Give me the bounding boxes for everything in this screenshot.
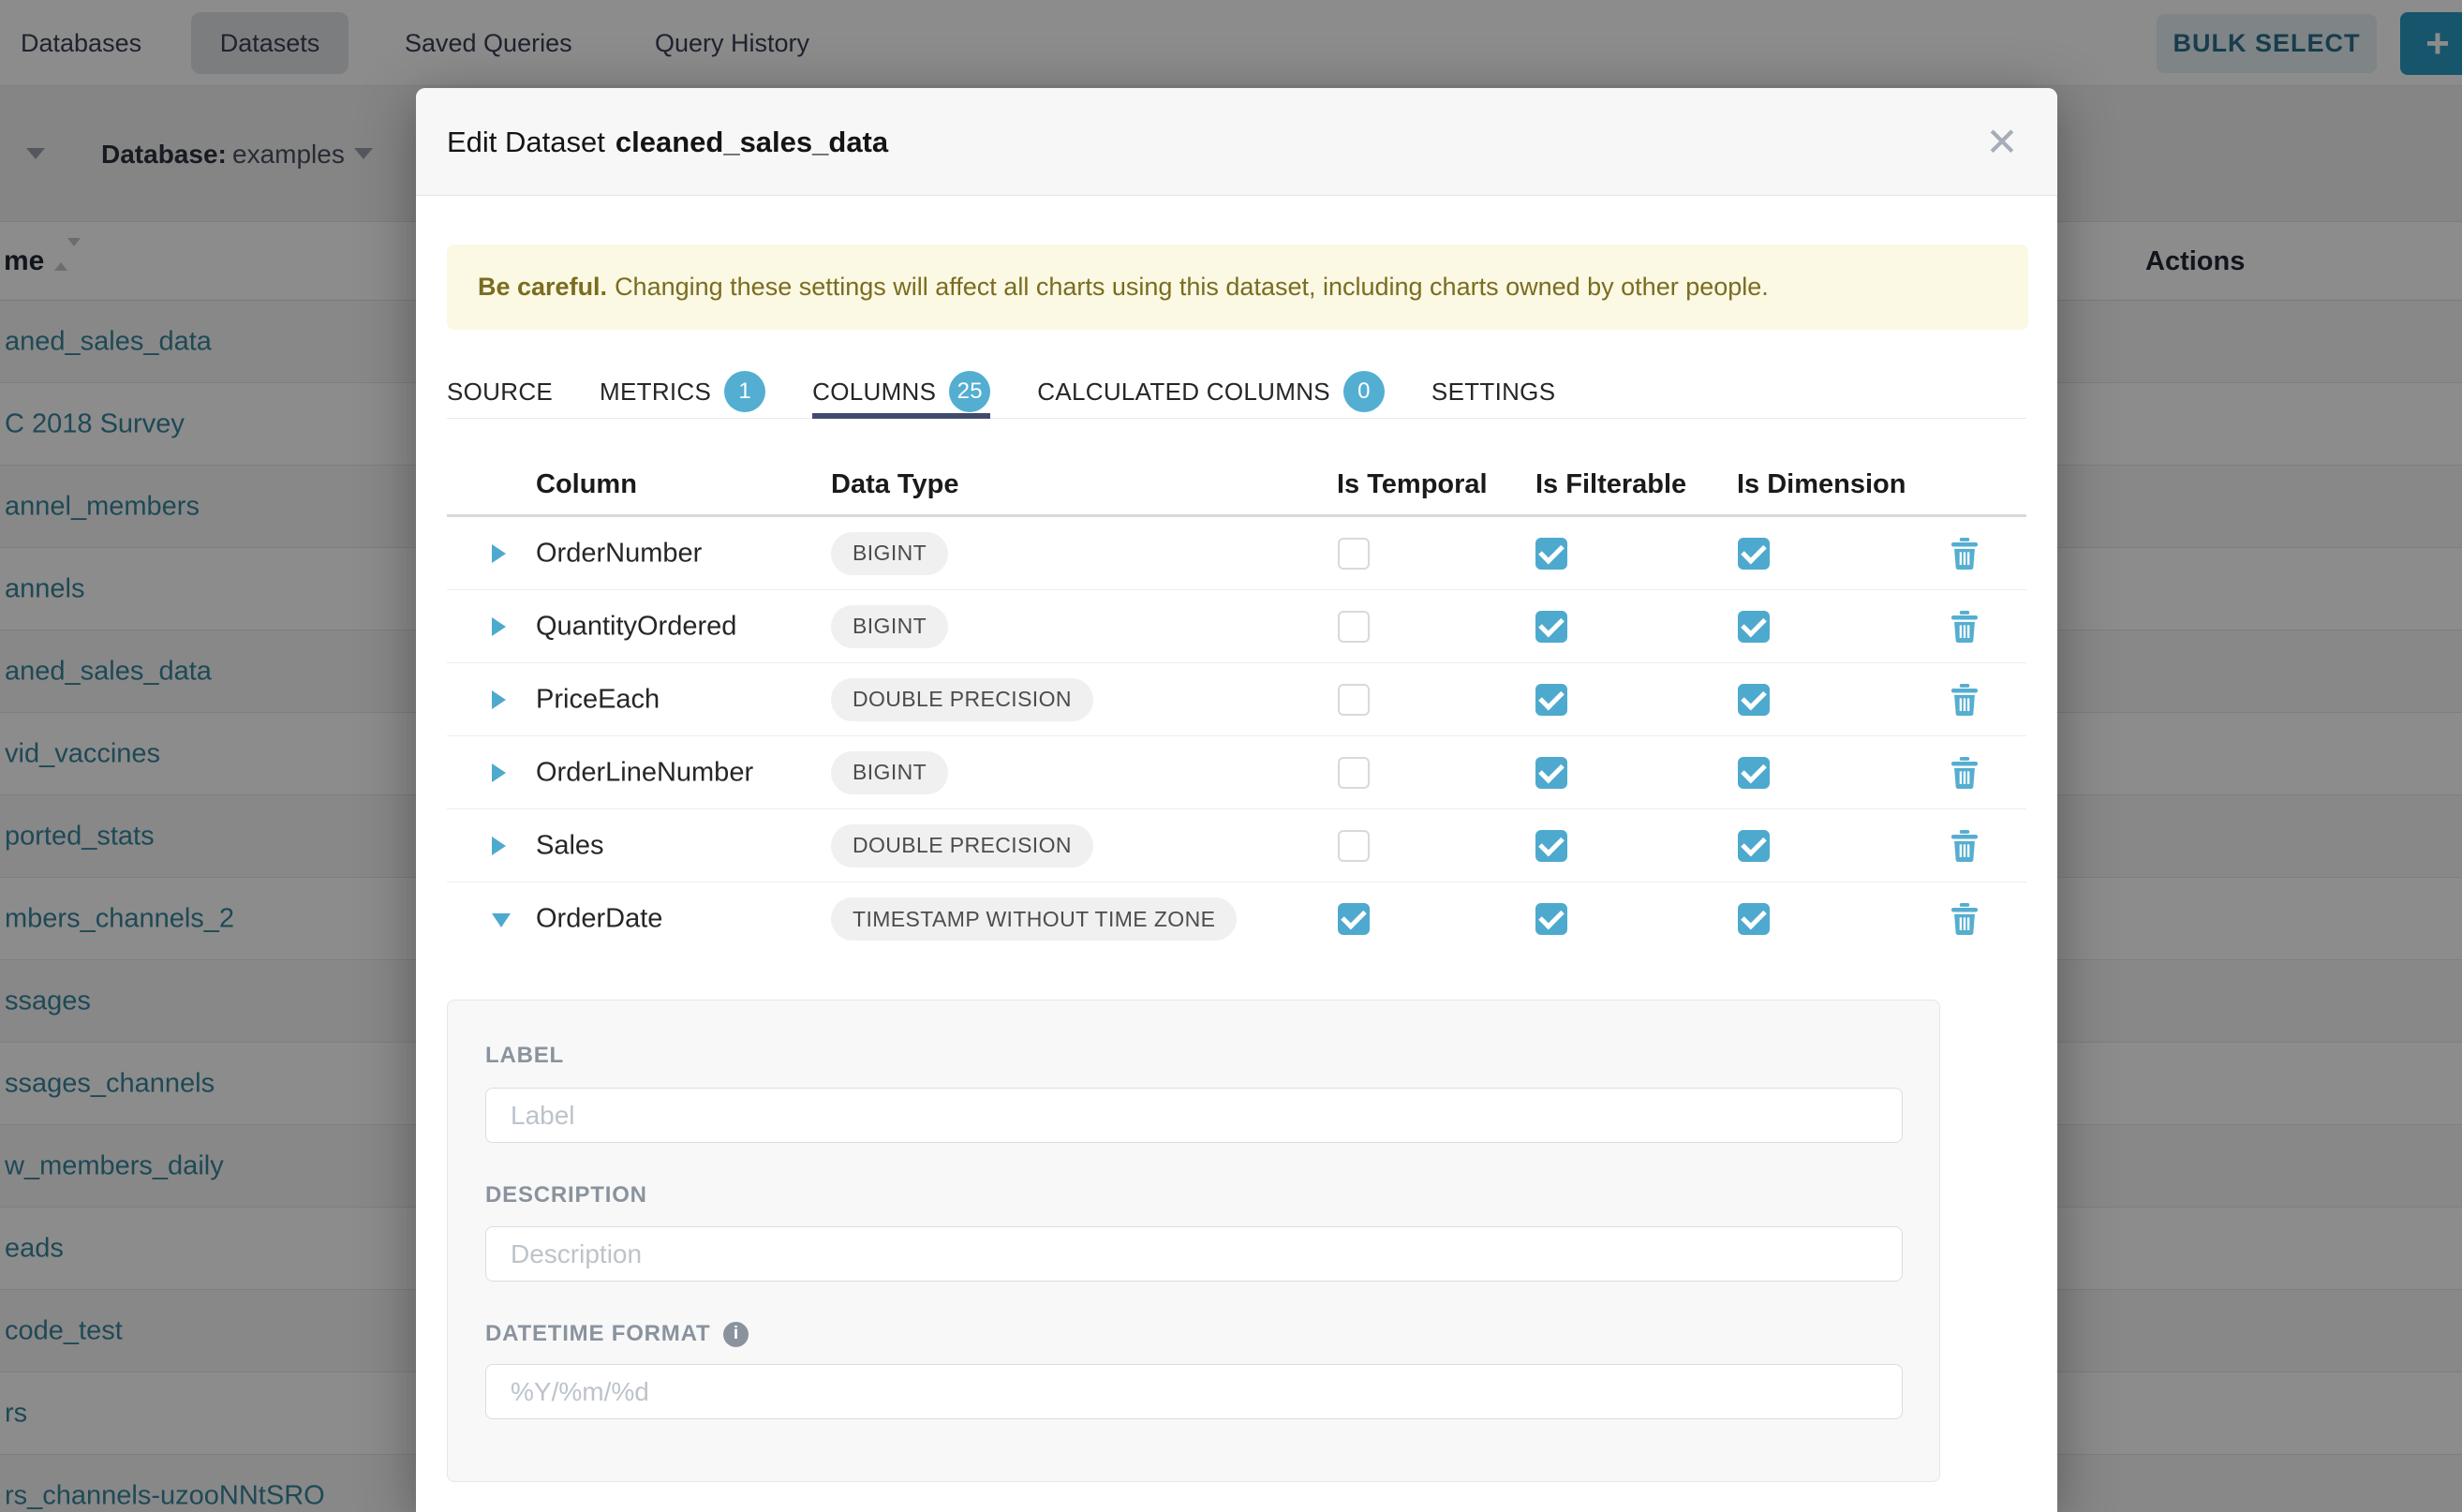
is-dimension-checkbox[interactable] <box>1738 684 1770 716</box>
column-name: Sales <box>536 830 604 861</box>
description-heading: DESCRIPTION <box>485 1182 647 1208</box>
delete-column-icon[interactable] <box>1950 538 1979 570</box>
modal-title-dataset-name: cleaned_sales_data <box>616 126 888 159</box>
description-input[interactable] <box>485 1226 1903 1282</box>
is-filterable-checkbox[interactable] <box>1535 757 1567 789</box>
modal-title: Edit Dataset cleaned_sales_data <box>447 88 888 196</box>
is-dimension-checkbox[interactable] <box>1738 757 1770 789</box>
column-detail-panel: LABEL DESCRIPTION DATETIME FORMAT i <box>447 1000 1940 1482</box>
columns-table-body: OrderNumber BIGINT QuantityOrdered BIGIN… <box>447 517 2026 956</box>
columns-header-is-temporal: Is Temporal <box>1337 469 1488 500</box>
expand-caret-icon[interactable] <box>492 837 506 855</box>
column-name: PriceEach <box>536 684 660 715</box>
expand-caret-icon[interactable] <box>492 690 506 709</box>
datetime-format-input[interactable] <box>485 1364 1903 1419</box>
column-row: Sales DOUBLE PRECISION <box>447 809 2026 882</box>
column-row: OrderDate TIMESTAMP WITHOUT TIME ZONE <box>447 882 2026 956</box>
tab-source[interactable]: SOURCE <box>447 365 553 418</box>
columns-header-is-filterable: Is Filterable <box>1535 469 1686 500</box>
is-dimension-checkbox[interactable] <box>1738 903 1770 935</box>
data-type-pill: BIGINT <box>831 605 948 648</box>
warning-text: Changing these settings will affect all … <box>615 273 1769 302</box>
delete-column-icon[interactable] <box>1950 757 1979 789</box>
is-filterable-checkbox[interactable] <box>1535 538 1567 570</box>
delete-column-icon[interactable] <box>1950 830 1979 862</box>
is-temporal-checkbox[interactable] <box>1338 830 1370 862</box>
label-input[interactable] <box>485 1088 1903 1143</box>
is-dimension-checkbox[interactable] <box>1738 830 1770 862</box>
delete-column-icon[interactable] <box>1950 684 1979 716</box>
modal-tabs: SOURCE METRICS 1 COLUMNS 25 CALCULATED C… <box>447 365 2026 419</box>
data-type-pill: BIGINT <box>831 532 948 575</box>
data-type-pill: TIMESTAMP WITHOUT TIME ZONE <box>831 897 1237 941</box>
is-temporal-checkbox[interactable] <box>1338 538 1370 570</box>
data-type-pill: BIGINT <box>831 751 948 794</box>
info-icon[interactable]: i <box>723 1322 749 1347</box>
tab-count-badge: 25 <box>949 371 990 412</box>
tab-count-badge: 1 <box>724 371 765 412</box>
modal-title-prefix: Edit Dataset <box>447 126 605 159</box>
modal-header: Edit Dataset cleaned_sales_data ✕ <box>416 88 2057 196</box>
edit-dataset-modal: Edit Dataset cleaned_sales_data ✕ Be car… <box>416 88 2057 1512</box>
delete-column-icon[interactable] <box>1950 611 1979 643</box>
column-row: OrderLineNumber BIGINT <box>447 736 2026 809</box>
tab-metrics[interactable]: METRICS 1 <box>600 365 765 418</box>
is-temporal-checkbox[interactable] <box>1338 903 1370 935</box>
is-filterable-checkbox[interactable] <box>1535 611 1567 643</box>
label-heading: LABEL <box>485 1043 564 1069</box>
is-filterable-checkbox[interactable] <box>1535 903 1567 935</box>
tab-label: SOURCE <box>447 378 553 407</box>
tab-label: SETTINGS <box>1431 378 1555 407</box>
is-temporal-checkbox[interactable] <box>1338 611 1370 643</box>
column-row: OrderNumber BIGINT <box>447 517 2026 590</box>
expand-caret-icon[interactable] <box>492 617 506 636</box>
datetime-format-heading: DATETIME FORMAT i <box>485 1321 749 1347</box>
is-dimension-checkbox[interactable] <box>1738 611 1770 643</box>
tab-label: CALCULATED COLUMNS <box>1037 378 1330 407</box>
column-row: PriceEach DOUBLE PRECISION <box>447 663 2026 736</box>
is-temporal-checkbox[interactable] <box>1338 757 1370 789</box>
columns-header-column: Column <box>536 469 637 500</box>
expand-caret-icon[interactable] <box>492 913 511 927</box>
tab-count-badge: 0 <box>1343 371 1385 412</box>
tab-columns[interactable]: COLUMNS 25 <box>812 365 990 418</box>
data-type-pill: DOUBLE PRECISION <box>831 824 1093 867</box>
is-temporal-checkbox[interactable] <box>1338 684 1370 716</box>
expand-caret-icon[interactable] <box>492 544 506 563</box>
column-name: QuantityOrdered <box>536 611 736 642</box>
columns-header-data-type: Data Type <box>831 469 958 500</box>
tab-label: COLUMNS <box>812 378 936 407</box>
column-name: OrderDate <box>536 904 662 935</box>
is-filterable-checkbox[interactable] <box>1535 684 1567 716</box>
expand-caret-icon[interactable] <box>492 763 506 782</box>
screen: Databases Datasets Saved Queries Query H… <box>0 0 2462 1512</box>
column-name: OrderLineNumber <box>536 757 753 788</box>
tab-calculated-columns[interactable]: CALCULATED COLUMNS 0 <box>1037 365 1385 418</box>
columns-header-is-dimension: Is Dimension <box>1737 469 1906 500</box>
warning-banner: Be careful. Changing these settings will… <box>447 245 2028 330</box>
column-name: OrderNumber <box>536 538 702 569</box>
delete-column-icon[interactable] <box>1950 903 1979 935</box>
tab-settings[interactable]: SETTINGS <box>1431 365 1555 418</box>
tab-label: METRICS <box>600 378 711 407</box>
warning-bold-text: Be careful. <box>478 273 607 302</box>
close-icon[interactable]: ✕ <box>1969 88 2035 196</box>
datetime-format-heading-text: DATETIME FORMAT <box>485 1321 710 1347</box>
column-row: QuantityOrdered BIGINT <box>447 590 2026 663</box>
data-type-pill: DOUBLE PRECISION <box>831 678 1093 721</box>
is-filterable-checkbox[interactable] <box>1535 830 1567 862</box>
is-dimension-checkbox[interactable] <box>1738 538 1770 570</box>
